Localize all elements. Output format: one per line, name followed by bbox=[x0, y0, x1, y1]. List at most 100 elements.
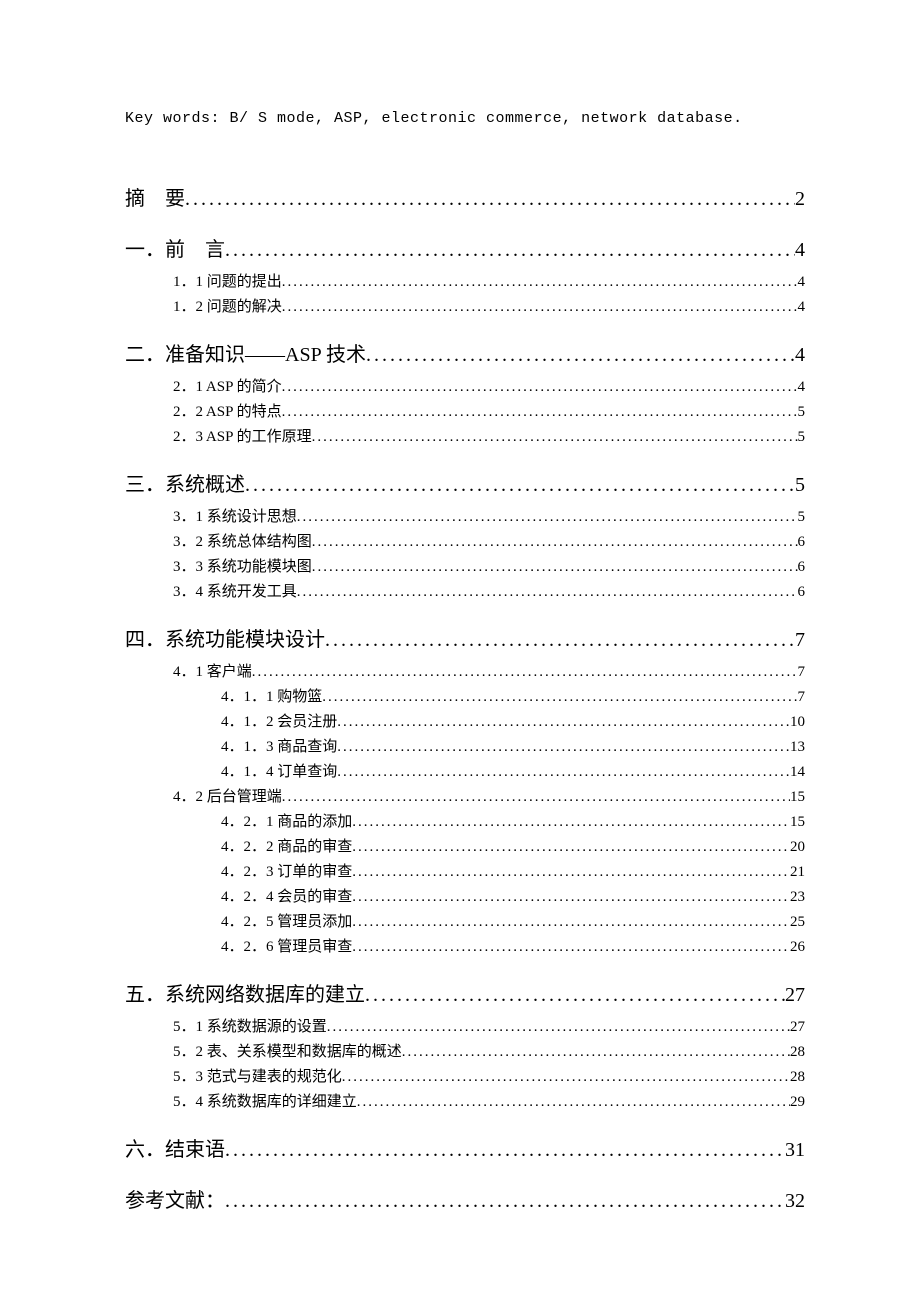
toc-page-number: 15 bbox=[790, 814, 805, 831]
toc-entry: 5．1 系统数据源的设置 27 bbox=[173, 1015, 805, 1036]
toc-title: 5．4 系统数据库的详细建立 bbox=[173, 1090, 357, 1111]
toc-title: 4．2．3 订单的审查 bbox=[221, 860, 352, 881]
toc-entry: 3．2 系统总体结构图6 bbox=[173, 530, 805, 551]
toc-title: 4．2．5 管理员添加 bbox=[221, 910, 352, 931]
toc-leader-dots bbox=[282, 274, 798, 291]
toc-entry: 4．1．2 会员注册10 bbox=[221, 710, 805, 731]
toc-entry: 六．结束语 31 bbox=[125, 1133, 805, 1162]
toc-entry: 摘 要2 bbox=[125, 182, 805, 211]
toc-entry: 4．2．6 管理员审查 26 bbox=[221, 935, 805, 956]
toc-page-number: 5 bbox=[798, 404, 806, 421]
toc-page-number: 7 bbox=[795, 629, 805, 652]
toc-title: 2．3 ASP 的工作原理 bbox=[173, 425, 312, 446]
toc-leader-dots bbox=[225, 1190, 785, 1213]
toc-page-number: 4 bbox=[798, 379, 806, 396]
toc-title: 2．1 ASP 的简介 bbox=[173, 375, 282, 396]
toc-entry: 4．2．5 管理员添加 25 bbox=[221, 910, 805, 931]
toc-title: 二．准备知识――ASP 技术 bbox=[125, 338, 366, 367]
toc-leader-dots bbox=[365, 984, 785, 1007]
toc-leader-dots bbox=[352, 864, 790, 881]
toc-title: 4．2．1 商品的添加 bbox=[221, 810, 352, 831]
toc-title: 五．系统网络数据库的建立 bbox=[125, 978, 365, 1007]
toc-entry: 4．1．4 订单查询14 bbox=[221, 760, 805, 781]
toc-page-number: 20 bbox=[790, 839, 805, 856]
toc-page-number: 5 bbox=[798, 509, 806, 526]
toc-leader-dots bbox=[282, 789, 790, 806]
toc-page-number: 25 bbox=[790, 914, 805, 931]
toc-page-number: 27 bbox=[790, 1019, 805, 1036]
toc-page-number: 31 bbox=[785, 1139, 805, 1162]
toc-entry: 2．1 ASP 的简介 4 bbox=[173, 375, 805, 396]
toc-leader-dots bbox=[225, 1139, 785, 1162]
toc-title: 4．2．4 会员的审查 bbox=[221, 885, 352, 906]
toc-page-number: 28 bbox=[790, 1069, 805, 1086]
toc-page-number: 5 bbox=[798, 429, 806, 446]
toc-entry: 3．4 系统开发工具6 bbox=[173, 580, 805, 601]
toc-entry: 4．2．1 商品的添加 15 bbox=[221, 810, 805, 831]
toc-title: 1．2 问题的解决 bbox=[173, 295, 282, 316]
toc-leader-dots bbox=[342, 1069, 790, 1086]
toc-leader-dots bbox=[282, 379, 798, 396]
toc-leader-dots bbox=[402, 1044, 790, 1061]
toc-page-number: 13 bbox=[790, 739, 805, 756]
toc-title: 三．系统概述 bbox=[125, 468, 245, 497]
toc-entry: 4．2．3 订单的审查 21 bbox=[221, 860, 805, 881]
toc-leader-dots bbox=[325, 629, 795, 652]
toc-page-number: 32 bbox=[785, 1190, 805, 1213]
toc-leader-dots bbox=[352, 839, 790, 856]
toc-title: 5．1 系统数据源的设置 bbox=[173, 1015, 327, 1036]
toc-page-number: 4 bbox=[798, 274, 806, 291]
toc-leader-dots bbox=[297, 509, 798, 526]
toc-leader-dots bbox=[312, 534, 798, 551]
toc-page-number: 2 bbox=[795, 188, 805, 211]
toc-title: 3．1 系统设计思想 bbox=[173, 505, 297, 526]
toc-title: 3．4 系统开发工具 bbox=[173, 580, 297, 601]
toc-title: 4．2．6 管理员审查 bbox=[221, 935, 352, 956]
toc-page-number: 7 bbox=[798, 689, 806, 706]
toc-title: 一．前 言 bbox=[125, 233, 225, 262]
toc-entry: 4．1 客户端7 bbox=[173, 660, 805, 681]
toc-page-number: 27 bbox=[785, 984, 805, 1007]
toc-page-number: 23 bbox=[790, 889, 805, 906]
toc-leader-dots bbox=[337, 714, 790, 731]
toc-leader-dots bbox=[352, 814, 790, 831]
toc-entry: 5．3 范式与建表的规范化28 bbox=[173, 1065, 805, 1086]
toc-title: 四．系统功能模块设计 bbox=[125, 623, 325, 652]
toc-entry: 1．2 问题的解决 4 bbox=[173, 295, 805, 316]
toc-page-number: 26 bbox=[790, 939, 805, 956]
toc-leader-dots bbox=[312, 559, 798, 576]
toc-title: 参考文献： bbox=[125, 1184, 225, 1213]
toc-title: 2．2 ASP 的特点 bbox=[173, 400, 282, 421]
toc-page-number: 21 bbox=[790, 864, 805, 881]
toc-entry: 4．2．2 商品的审查 20 bbox=[221, 835, 805, 856]
toc-page-number: 4 bbox=[795, 239, 805, 262]
toc-page-number: 29 bbox=[790, 1094, 805, 1111]
toc-title: 3．3 系统功能模块图 bbox=[173, 555, 312, 576]
toc-entry: 一．前 言 4 bbox=[125, 233, 805, 262]
toc-leader-dots bbox=[352, 889, 790, 906]
toc-entry: 5．2 表、关系模型和数据库的概述28 bbox=[173, 1040, 805, 1061]
toc-entry: 4．2．4 会员的审查 23 bbox=[221, 885, 805, 906]
toc-leader-dots bbox=[322, 689, 797, 706]
toc-title: 4．2 后台管理端 bbox=[173, 785, 282, 806]
toc-entry: 4．1．1 购物篮 7 bbox=[221, 685, 805, 706]
toc-leader-dots bbox=[225, 239, 795, 262]
toc-page-number: 4 bbox=[798, 299, 806, 316]
toc-page-number: 15 bbox=[790, 789, 805, 806]
toc-leader-dots bbox=[327, 1019, 790, 1036]
table-of-contents: 摘 要2 一．前 言 4 1．1 问题的提出 4 1．2 问题的解决 4 二．准备知识――AS… bbox=[125, 182, 805, 1213]
toc-page-number: 14 bbox=[790, 764, 805, 781]
toc-title: 六．结束语 bbox=[125, 1133, 225, 1162]
toc-leader-dots bbox=[252, 664, 798, 681]
toc-entry: 2．3 ASP 的工作原理 5 bbox=[173, 425, 805, 446]
toc-leader-dots bbox=[352, 914, 790, 931]
toc-leader-dots bbox=[352, 939, 790, 956]
toc-title: 4．1．1 购物篮 bbox=[221, 685, 322, 706]
toc-leader-dots bbox=[357, 1094, 790, 1111]
toc-page-number: 7 bbox=[798, 664, 806, 681]
toc-title: 5．2 表、关系模型和数据库的概述 bbox=[173, 1040, 402, 1061]
toc-page-number: 4 bbox=[795, 344, 805, 367]
toc-title: 1．1 问题的提出 bbox=[173, 270, 282, 291]
toc-title: 4．2．2 商品的审查 bbox=[221, 835, 352, 856]
toc-leader-dots bbox=[297, 584, 798, 601]
